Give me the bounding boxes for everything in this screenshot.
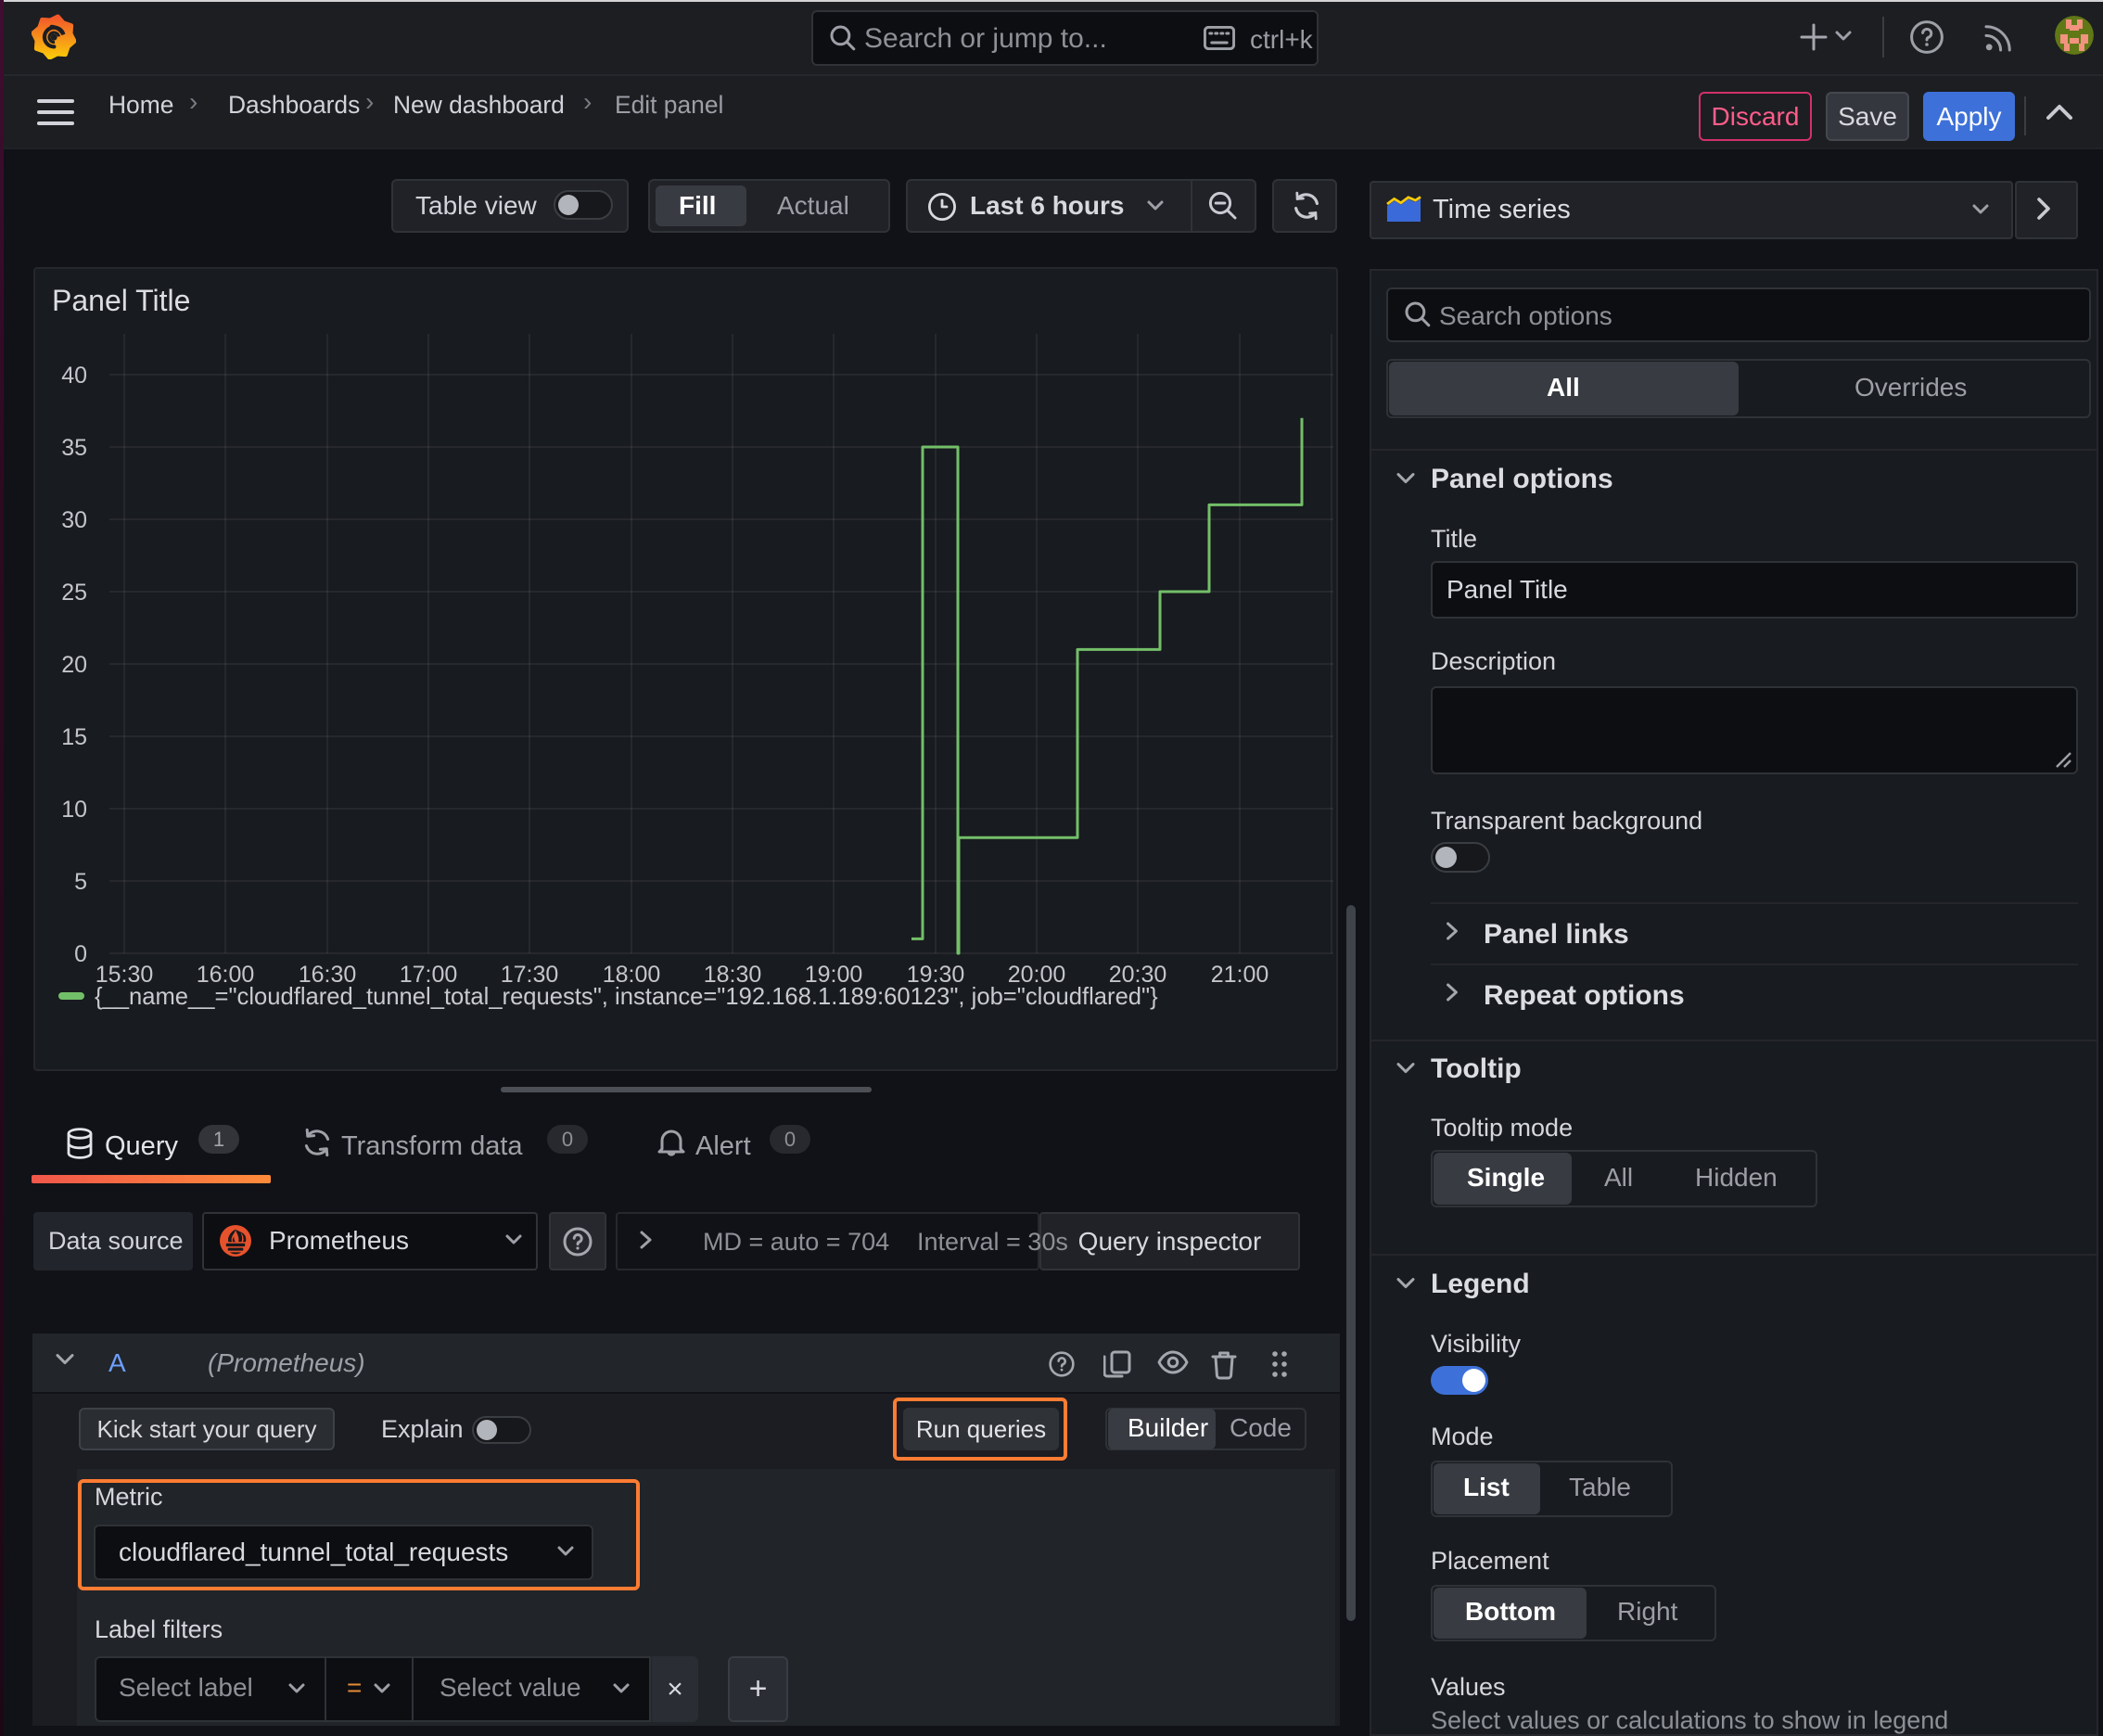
svg-text:30: 30 bbox=[61, 507, 87, 533]
svg-text:5: 5 bbox=[74, 869, 87, 895]
svg-text:15: 15 bbox=[61, 724, 87, 750]
svg-text:25: 25 bbox=[61, 580, 87, 606]
svg-text:10: 10 bbox=[61, 797, 87, 823]
svg-text:0: 0 bbox=[74, 941, 87, 967]
svg-text:40: 40 bbox=[61, 363, 87, 389]
svg-text:21:00: 21:00 bbox=[1211, 962, 1269, 988]
svg-text:35: 35 bbox=[61, 435, 87, 461]
svg-text:20: 20 bbox=[61, 652, 87, 678]
